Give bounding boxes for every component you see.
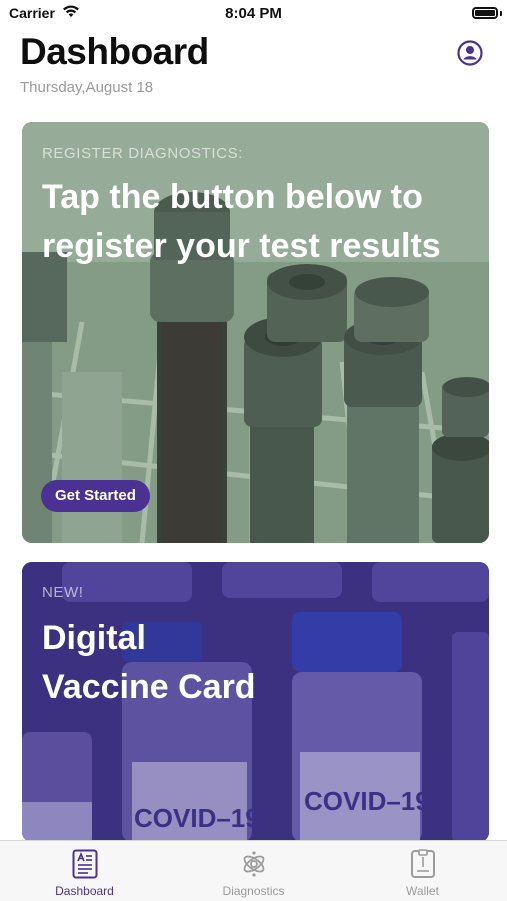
register-diagnostics-card[interactable]: REGISTER DIAGNOSTICS: Tap the button bel…: [22, 122, 489, 543]
tab-diagnostics[interactable]: Diagnostics: [169, 841, 338, 901]
get-started-button[interactable]: Get Started: [41, 480, 150, 512]
card-headline: Digital Vaccine Card: [42, 614, 462, 712]
card-headline: Tap the button below to register your te…: [42, 178, 441, 265]
tab-wallet[interactable]: Wallet: [338, 841, 507, 901]
diagnostics-icon: [243, 851, 265, 877]
page-date: Thursday,August 18: [20, 79, 154, 96]
dashboard-icon: [72, 849, 98, 879]
tab-bar: Dashboard Diagnostics Wallet: [0, 840, 507, 901]
headline-line-1: Digital: [42, 619, 146, 657]
tab-dashboard[interactable]: Dashboard: [0, 841, 169, 901]
page-title: Dashboard: [20, 31, 209, 72]
tab-label: Dashboard: [55, 884, 114, 898]
profile-icon[interactable]: [457, 40, 483, 66]
wallet-icon: [411, 849, 435, 878]
card-overline: REGISTER DIAGNOSTICS:: [42, 145, 243, 162]
headline-line-2: Vaccine Card: [42, 668, 256, 706]
status-time: 8:04 PM: [225, 5, 282, 22]
battery-tip: [500, 11, 502, 16]
tab-label: Wallet: [406, 884, 439, 898]
card-overline: NEW!: [42, 584, 84, 601]
status-bar: Carrier 8:04 PM: [0, 0, 507, 28]
tab-label: Diagnostics: [222, 884, 285, 898]
battery-icon: [472, 7, 498, 19]
vaccine-card-promo[interactable]: COVID–19 COVID–19 NEW! Digital Vaccine C…: [22, 562, 489, 842]
